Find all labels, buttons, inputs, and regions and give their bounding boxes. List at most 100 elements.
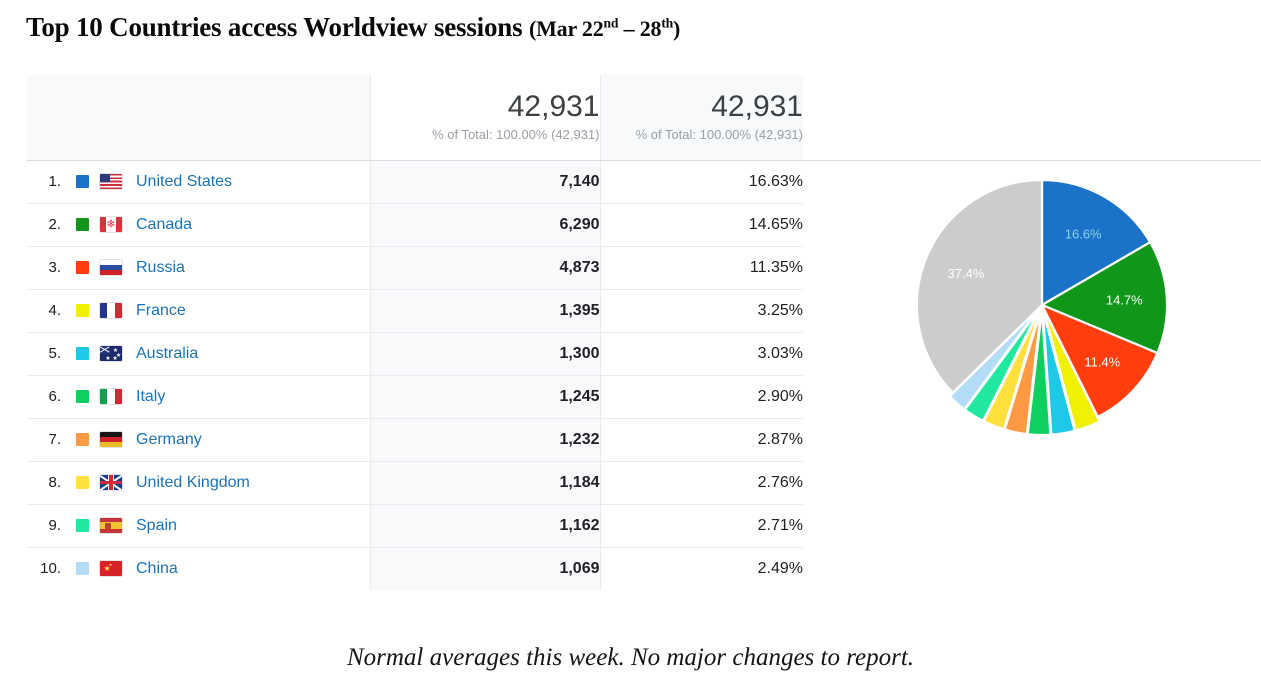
cell-percent: 2.90% xyxy=(600,375,803,419)
cell-percent: 2.76% xyxy=(600,461,803,505)
table-row[interactable]: 6. Italy 1,245 2.90% xyxy=(27,375,803,419)
column-header-country[interactable] xyxy=(27,75,371,161)
row-rank: 8. xyxy=(48,474,61,491)
page-title-main: Top 10 Countries access Worldview sessio… xyxy=(26,12,523,42)
row-rank: 7. xyxy=(48,431,61,448)
sessions-pie-chart: 16.6% 14.7% 11.4% 37.4% xyxy=(880,168,1200,448)
table-row[interactable]: 8. United Kingdom 1,184 2.76% xyxy=(27,461,803,505)
legend-color-swatch xyxy=(76,218,89,231)
flag-au-icon: ★ ★ ★ ★ xyxy=(100,346,122,361)
row-rank: 4. xyxy=(48,302,61,319)
flag-gb-icon xyxy=(100,475,122,490)
country-link[interactable]: China xyxy=(136,560,178,578)
top-countries-table: 42,931 % of Total: 100.00% (42,931) 42,9… xyxy=(27,75,803,590)
legend-color-swatch xyxy=(76,347,89,360)
flag-it-icon xyxy=(100,389,122,404)
country-link[interactable]: Australia xyxy=(136,345,198,363)
page-title-date-sup-end: th xyxy=(661,15,674,31)
table-row[interactable]: 5. ★ ★ ★ ★ Australia 1,300 3.03% xyxy=(27,332,803,376)
cell-sessions: 1,232 xyxy=(370,418,601,462)
table-row[interactable]: 4. France 1,395 3.25% xyxy=(27,289,803,333)
table-row[interactable]: 7. Germany 1,232 2.87% xyxy=(27,418,803,462)
cell-sessions: 1,245 xyxy=(370,375,601,419)
legend-color-swatch xyxy=(76,433,89,446)
summary-caption: Normal averages this week. No major chan… xyxy=(346,644,915,671)
country-link[interactable]: Germany xyxy=(136,431,202,449)
cell-sessions: 1,184 xyxy=(370,461,601,505)
cell-percent: 2.71% xyxy=(600,504,803,548)
pie-chart-svg: 16.6% 14.7% 11.4% 37.4% xyxy=(915,178,1169,437)
column-header-sessions[interactable]: 42,931 % of Total: 100.00% (42,931) xyxy=(370,75,601,161)
cell-sessions: 1,395 xyxy=(370,289,601,333)
pie-slice-label: 11.4% xyxy=(1084,354,1120,369)
row-rank: 6. xyxy=(48,388,61,405)
flag-ca-icon: ❄ xyxy=(100,217,122,232)
flag-cn-icon: ★ ★ xyxy=(100,561,122,577)
cell-sessions: 1,300 xyxy=(370,332,601,376)
legend-color-swatch xyxy=(76,304,89,317)
cell-percent: 3.03% xyxy=(600,332,803,376)
country-link[interactable]: United Kingdom xyxy=(136,474,250,492)
legend-color-swatch xyxy=(76,261,89,274)
row-rank: 9. xyxy=(48,517,61,534)
cell-sessions: 6,290 xyxy=(370,203,601,247)
row-rank: 2. xyxy=(48,216,61,233)
country-link[interactable]: Spain xyxy=(136,517,177,535)
cell-sessions: 1,162 xyxy=(370,504,601,548)
cell-country: 4. France xyxy=(27,289,371,333)
cell-country: 7. Germany xyxy=(27,418,371,462)
page-title: Top 10 Countries access Worldview sessio… xyxy=(26,12,680,43)
cell-country: 6. Italy xyxy=(27,375,371,419)
cell-percent: 3.25% xyxy=(600,289,803,333)
row-rank: 5. xyxy=(48,345,61,362)
page-title-date-dash: – 28 xyxy=(618,16,662,41)
country-link[interactable]: United States xyxy=(136,173,232,191)
cell-country: 1. United States xyxy=(27,160,371,204)
table-row[interactable]: 3. Russia 4,873 11.35% xyxy=(27,246,803,290)
table-header: 42,931 % of Total: 100.00% (42,931) 42,9… xyxy=(27,75,803,161)
table-row[interactable]: 9. Spain 1,162 2.71% xyxy=(27,504,803,548)
cell-country: 9. Spain xyxy=(27,504,371,548)
cell-country: 8. United Kingdom xyxy=(27,461,371,505)
page-title-date-sup-start: nd xyxy=(603,15,619,31)
table-row[interactable]: 1. United States 7,140 16.63% xyxy=(27,160,803,204)
page-title-date-close: ) xyxy=(673,16,681,41)
country-link[interactable]: Canada xyxy=(136,216,192,234)
cell-country: 2. ❄ Canada xyxy=(27,203,371,247)
cell-sessions: 7,140 xyxy=(370,160,601,204)
table-body: 1. United States 7,140 16.63% 2. ❄ Canada 6,290… xyxy=(27,160,803,590)
cell-percent: 14.65% xyxy=(600,203,803,247)
flag-es-icon xyxy=(100,518,122,533)
legend-color-swatch xyxy=(76,562,89,576)
cell-country: 10. ★ ★ China xyxy=(27,547,371,590)
legend-color-swatch xyxy=(76,476,89,489)
percent-total-subtitle: % of Total: 100.00% (42,931) xyxy=(635,127,803,143)
page-title-date-open: (Mar 22 xyxy=(528,16,604,41)
flag-de-icon xyxy=(100,432,122,447)
country-link[interactable]: Italy xyxy=(136,388,165,406)
country-link[interactable]: France xyxy=(136,302,186,320)
cell-country: 3. Russia xyxy=(27,246,371,290)
legend-color-swatch xyxy=(76,390,89,403)
flag-ru-icon xyxy=(100,260,122,275)
pie-slice-label: 37.4% xyxy=(947,266,984,281)
cell-percent: 11.35% xyxy=(600,246,803,290)
cell-sessions: 1,069 xyxy=(370,547,601,590)
cell-percent: 2.87% xyxy=(600,418,803,462)
column-header-percent[interactable]: 42,931 % of Total: 100.00% (42,931) xyxy=(600,75,803,161)
table-row[interactable]: 2. ❄ Canada 6,290 14.65% xyxy=(27,203,803,247)
cell-sessions: 4,873 xyxy=(370,246,601,290)
row-rank: 3. xyxy=(48,259,61,276)
pie-slice-label: 14.7% xyxy=(1106,293,1143,308)
cell-percent: 16.63% xyxy=(600,160,803,204)
pie-slice-label: 16.6% xyxy=(1065,227,1102,242)
row-rank: 1. xyxy=(48,173,61,190)
flag-us-icon xyxy=(100,174,122,189)
cell-percent: 2.49% xyxy=(600,547,803,590)
row-rank: 10. xyxy=(40,560,61,578)
table-row[interactable]: 10. ★ ★ China 1,069 2.49% xyxy=(27,547,803,590)
country-link[interactable]: Russia xyxy=(136,259,185,277)
sessions-total-subtitle: % of Total: 100.00% (42,931) xyxy=(432,127,600,143)
percent-total: 42,931 xyxy=(711,89,803,123)
cell-country: 5. ★ ★ ★ ★ Australia xyxy=(27,332,371,376)
